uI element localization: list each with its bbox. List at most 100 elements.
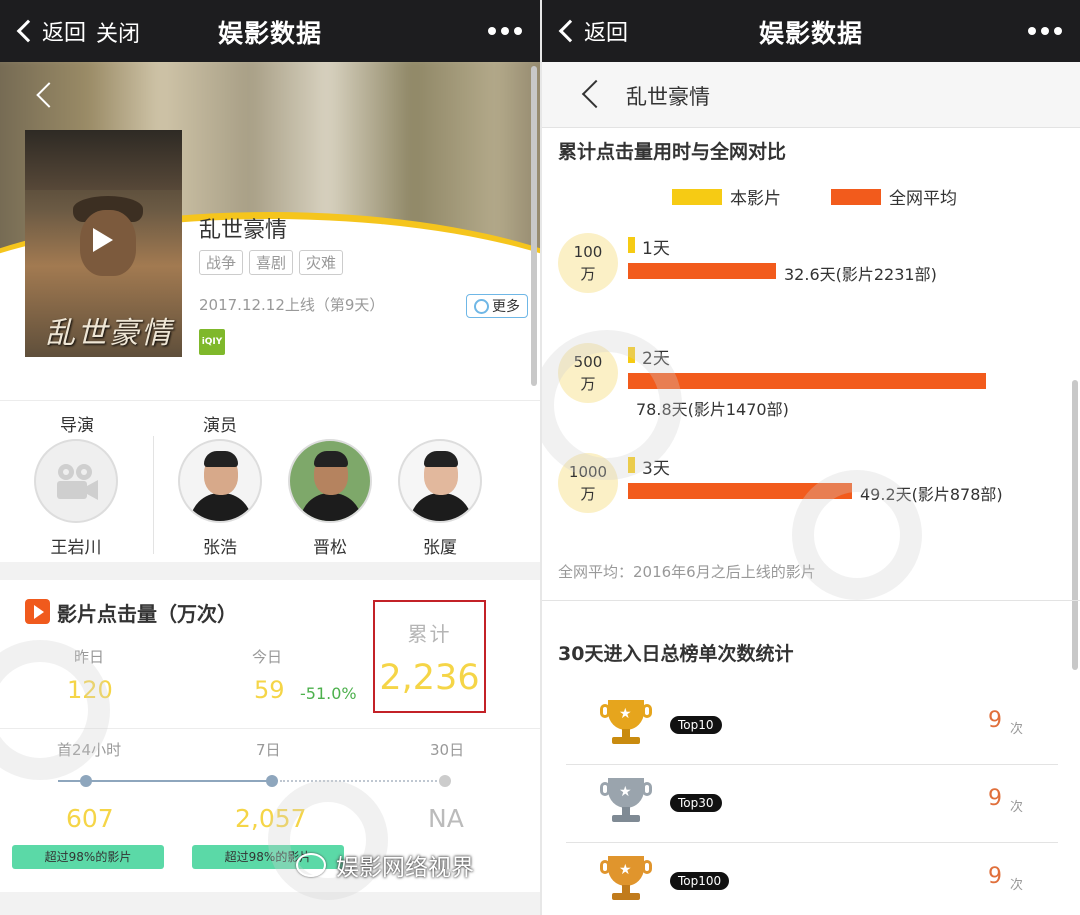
- divider: [542, 600, 1080, 601]
- cumulative-box: 累计 2,236: [373, 600, 486, 713]
- scrollbar[interactable]: [531, 66, 537, 386]
- progress-line-remaining: [280, 780, 445, 782]
- cumulative-value: 2,236: [379, 658, 480, 698]
- legend-label: 本影片: [730, 189, 781, 209]
- network-average-label: 49.2天(影片878部): [860, 485, 1003, 504]
- director-card[interactable]: 王岩川: [34, 439, 118, 558]
- section-separator: [0, 562, 540, 580]
- divider: [566, 842, 1058, 843]
- legend-label: 全网平均: [889, 189, 957, 209]
- milestone-badge: 500 万: [558, 343, 618, 403]
- actor-name: 张厦: [423, 538, 457, 558]
- app-title: 娱影数据: [758, 19, 863, 48]
- period-label: 30日: [430, 741, 465, 759]
- network-average-label: 78.8天(影片1470部): [636, 400, 789, 419]
- milestone-value: 500: [573, 353, 603, 371]
- cast-section: 导演 演员 王岩川 张浩 晋松 张厦: [0, 400, 540, 562]
- right-screen: 返回 娱影数据 乱世豪情 累计点击量用时与全网对比 本影片 全网平均 100 万 1…: [542, 0, 1080, 915]
- yesterday-value: 120: [67, 676, 113, 704]
- movie-title: 乱世豪情: [199, 218, 288, 243]
- rank-count: 9: [988, 786, 1002, 811]
- network-average-bar: [628, 373, 986, 389]
- milestone-unit: 万: [580, 375, 596, 393]
- more-label: 更多: [492, 299, 520, 315]
- actor-name: 张浩: [203, 538, 237, 558]
- divider: [0, 728, 540, 729]
- milestone-value: 100: [573, 243, 603, 261]
- milestone-unit: 万: [580, 485, 596, 503]
- rank-tier-label: Top10: [670, 716, 722, 734]
- actor-card[interactable]: 晋松: [288, 439, 372, 558]
- film-reel-icon: [474, 298, 489, 314]
- progress-node: [266, 775, 278, 787]
- percentile-badge: 超过98%的影片: [12, 845, 164, 869]
- movie-header: 乱世豪情 乱世豪情 战争 喜剧 灾难 2017.12.12上线（第9天） 更多 …: [0, 62, 540, 400]
- average-note: 全网平均：2016年6月之后上线的影片: [558, 563, 816, 581]
- watermark-text: 娱影网络视界: [336, 855, 474, 881]
- cast-divider: [153, 436, 154, 554]
- yesterday-label: 昨日: [74, 648, 105, 666]
- network-average-bar: [628, 263, 776, 279]
- trophy-icon: ★: [600, 778, 652, 824]
- genre-tag[interactable]: 灾难: [299, 250, 344, 275]
- actor-card[interactable]: 张厦: [398, 439, 482, 558]
- chevron-left-icon[interactable]: [581, 79, 611, 109]
- play-icon[interactable]: [93, 228, 113, 252]
- click-stats-title: 影片点击量（万次）: [57, 602, 237, 626]
- wechat-icon: [296, 853, 326, 877]
- chart-legend: 本影片 全网平均: [672, 184, 1007, 209]
- actor-label: 演员: [203, 416, 237, 436]
- rank-count-unit: 次: [1010, 800, 1024, 815]
- legend-item-this: 本影片: [672, 184, 781, 209]
- genre-tags: 战争 喜剧 灾难: [199, 250, 344, 275]
- divider: [566, 764, 1058, 765]
- genre-tag[interactable]: 战争: [199, 250, 244, 275]
- director-label: 导演: [60, 416, 94, 436]
- progress-node: [439, 775, 451, 787]
- this-film-days: 3天: [642, 459, 670, 479]
- poster-title: 乱世豪情: [45, 316, 173, 351]
- iqiyi-logo[interactable]: iQIY: [199, 329, 225, 355]
- rank-count: 9: [988, 864, 1002, 889]
- period-label: 7日: [256, 741, 281, 759]
- video-play-icon: [25, 599, 50, 624]
- period-label: 首24小时: [57, 741, 122, 759]
- film-camera-icon: [57, 464, 98, 500]
- this-film-bar: [628, 347, 635, 363]
- this-film-days: 1天: [642, 239, 670, 259]
- this-film-bar: [628, 237, 635, 253]
- network-average-bar: [628, 483, 852, 499]
- milestone-badge: 1000 万: [558, 453, 618, 513]
- rank-count-unit: 次: [1010, 722, 1024, 737]
- actor-card[interactable]: 张浩: [178, 439, 262, 558]
- more-menu-icon[interactable]: [1028, 27, 1062, 35]
- period-value: NA: [428, 804, 464, 833]
- click-stats-section: 影片点击量（万次） 昨日 120 今日 59 -51.0% 累计 2,236 首…: [0, 580, 540, 890]
- director-name: 王岩川: [50, 538, 102, 558]
- rank-count: 9: [988, 708, 1002, 733]
- more-menu-icon[interactable]: [488, 27, 522, 35]
- ranking-title: 30天进入日总榜单次数统计: [558, 643, 794, 665]
- rank-tier-label: Top100: [670, 872, 730, 890]
- app-title: 娱影数据: [217, 19, 322, 48]
- genre-tag[interactable]: 喜剧: [249, 250, 294, 275]
- legend-swatch: [672, 188, 722, 205]
- period-value: 607: [66, 804, 114, 833]
- left-screen: 返回 关闭 娱影数据 乱世豪情 乱世豪情 战争 喜剧 灾难 2017.12.12…: [0, 0, 540, 915]
- top-navbar: 返回 娱影数据: [542, 0, 1080, 62]
- trophy-icon: ★: [600, 856, 652, 902]
- avatar: [288, 439, 372, 523]
- top-navbar: 返回 关闭 娱影数据: [0, 0, 540, 62]
- milestone-badge: 100 万: [558, 233, 618, 293]
- movie-poster[interactable]: 乱世豪情: [25, 130, 182, 357]
- period-value: 2,057: [235, 804, 307, 833]
- section-separator: [0, 892, 540, 915]
- network-average-label: 32.6天(影片2231部): [784, 265, 937, 284]
- today-label: 今日: [252, 648, 283, 666]
- this-film-days: 2天: [642, 349, 670, 369]
- progress-node: [80, 775, 92, 787]
- this-film-bar: [628, 457, 635, 473]
- more-button[interactable]: 更多: [466, 294, 528, 318]
- scrollbar[interactable]: [1072, 380, 1078, 670]
- wechat-watermark: 娱影网络视界: [296, 848, 474, 882]
